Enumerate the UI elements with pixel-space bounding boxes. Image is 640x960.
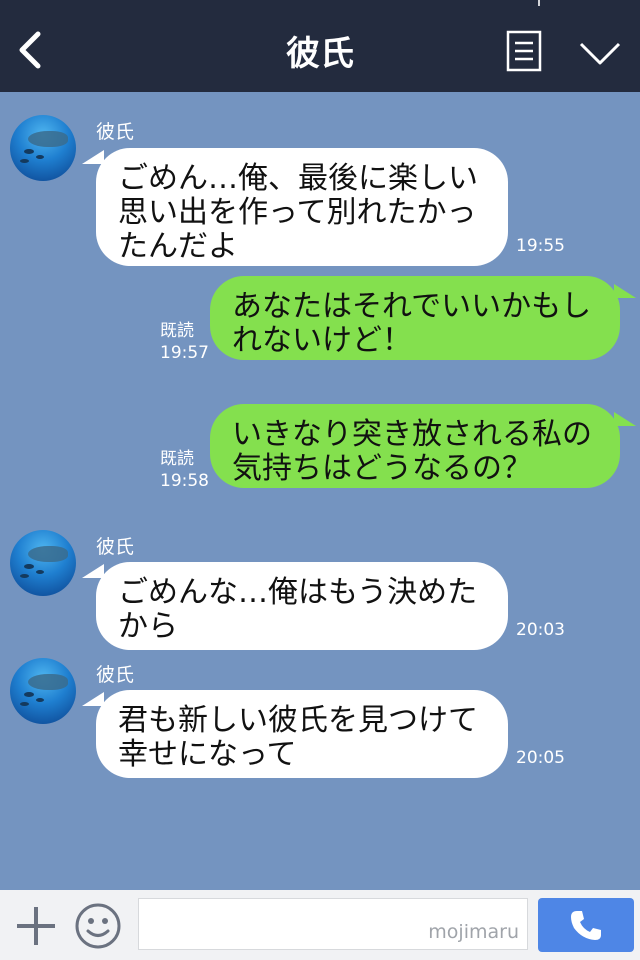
chat-area[interactable]: 彼氏 ごめん…俺、最後に楽しい 思い出を作って別れたかっ たんだよ 19:55 …: [0, 92, 640, 890]
read-label: 既読: [160, 321, 194, 341]
read-receipt: 既読 19:58: [160, 448, 209, 492]
message-line: いきなり突き放される私の: [232, 417, 592, 452]
avatar[interactable]: [10, 115, 76, 181]
message-bubble-incoming[interactable]: 君も新しい彼氏を見つけて 幸せになって: [96, 690, 508, 778]
bubble-tail: [82, 692, 104, 706]
message-line: れないけど！: [232, 323, 412, 358]
sender-name: 彼氏: [96, 536, 135, 558]
message-bubble-outgoing[interactable]: あなたはそれでいいかもし れないけど！: [210, 276, 620, 360]
message-line: 気持ちはどうなるの？: [232, 451, 532, 486]
phone-icon: [571, 911, 601, 940]
message-line: 幸せになって: [118, 737, 297, 772]
avatar[interactable]: [10, 530, 76, 596]
bubble-tail: [82, 150, 104, 164]
message-bubble-incoming[interactable]: ごめん…俺、最後に楽しい 思い出を作って別れたかっ たんだよ: [96, 148, 508, 266]
input-bar: mojimaru: [0, 890, 640, 960]
plus-icon[interactable]: [14, 904, 58, 948]
message-time: 20:03: [516, 620, 565, 640]
message-time: 19:58: [160, 471, 209, 491]
chat-header: 彼氏: [0, 0, 640, 92]
bubble-tail: [614, 412, 636, 426]
message-line: たんだよ: [118, 229, 238, 264]
message-line: ごめん…俺、最後に楽しい: [118, 161, 478, 196]
read-label: 既読: [160, 449, 194, 469]
message-input[interactable]: mojimaru: [138, 898, 528, 950]
chevron-down-icon[interactable]: [578, 38, 622, 68]
bubble-tail: [82, 564, 104, 578]
status-mark: [538, 0, 540, 6]
message-line: 思い出を作って別れたかっ: [118, 195, 477, 230]
message-time: 19:55: [516, 236, 565, 256]
message-time: 19:57: [160, 343, 209, 363]
message-line: 君も新しい彼氏を見つけて: [118, 703, 478, 738]
notes-icon[interactable]: [506, 30, 542, 72]
message-line: あなたはそれでいいかもし: [232, 289, 592, 324]
sender-name: 彼氏: [96, 664, 135, 686]
watermark-text: mojimaru: [428, 921, 519, 943]
avatar[interactable]: [10, 658, 76, 724]
message-time: 20:05: [516, 748, 565, 768]
sender-name: 彼氏: [96, 121, 135, 143]
call-button[interactable]: [538, 898, 634, 952]
message-line: ごめんな…俺はもう決めた: [118, 575, 478, 610]
message-line: から: [118, 609, 178, 644]
message-bubble-outgoing[interactable]: いきなり突き放される私の 気持ちはどうなるの？: [210, 404, 620, 488]
bubble-tail: [614, 284, 636, 298]
smiley-icon[interactable]: [74, 902, 122, 950]
message-bubble-incoming[interactable]: ごめんな…俺はもう決めた から: [96, 562, 508, 650]
read-receipt: 既読 19:57: [160, 320, 209, 364]
chat-title: 彼氏: [286, 34, 354, 74]
